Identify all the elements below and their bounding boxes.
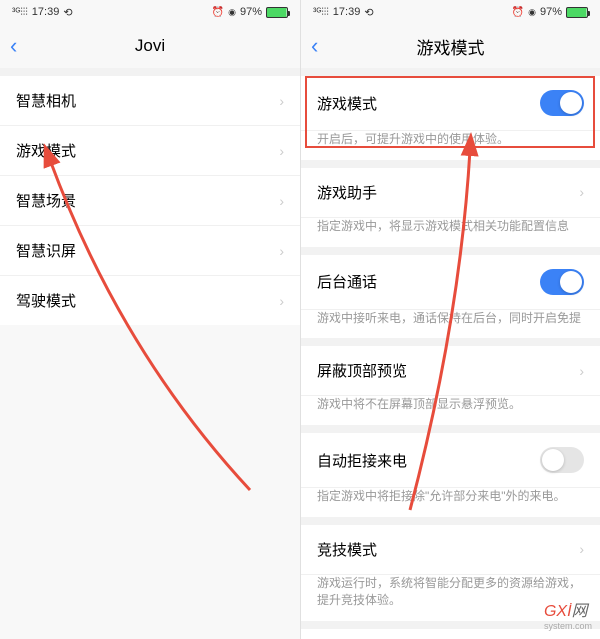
alarm-icon bbox=[512, 6, 524, 18]
chevron-right-icon: › bbox=[279, 243, 284, 259]
back-button[interactable]: ‹ bbox=[311, 33, 318, 59]
chevron-right-icon: › bbox=[579, 184, 584, 200]
watermark: GXİ网 system.com bbox=[544, 597, 592, 631]
battery-icon bbox=[566, 7, 588, 18]
item-label: 游戏助手 bbox=[317, 182, 377, 203]
wifi-icon bbox=[528, 6, 536, 18]
item-label: 驾驶模式 bbox=[16, 290, 76, 311]
alarm-icon bbox=[212, 6, 224, 18]
item-description: 游戏中接听来电，通话保持在后台，同时开启免提 bbox=[301, 310, 600, 339]
item-description: 游戏中将不在屏幕顶部显示悬浮预览。 bbox=[301, 396, 600, 425]
status-time: 17:39 bbox=[32, 6, 60, 18]
list-item-smart-scene[interactable]: 智慧场景 › bbox=[0, 176, 300, 226]
setting-auto-reject[interactable]: 自动拒接来电 bbox=[301, 433, 600, 488]
signal-icon bbox=[313, 6, 329, 18]
setting-block-preview[interactable]: 屏蔽顶部预览 › bbox=[301, 346, 600, 396]
item-label: 游戏模式 bbox=[317, 93, 377, 114]
chevron-right-icon: › bbox=[279, 143, 284, 159]
list-item-smart-screen[interactable]: 智慧识屏 › bbox=[0, 226, 300, 276]
battery-icon bbox=[266, 7, 288, 18]
item-label: 自动拒接来电 bbox=[317, 450, 407, 471]
left-phone: 17:39 97% ‹ Jovi 智慧相机 › 游戏模式 › bbox=[0, 0, 300, 639]
item-description: 指定游戏中将拒接除"允许部分来电"外的来电。 bbox=[301, 488, 600, 517]
nav-bar: ‹ Jovi bbox=[0, 24, 300, 68]
list-item-game-mode[interactable]: 游戏模式 › bbox=[0, 126, 300, 176]
nav-bar: ‹ 游戏模式 bbox=[301, 24, 600, 68]
page-title: 游戏模式 bbox=[417, 34, 485, 59]
item-label: 游戏模式 bbox=[16, 140, 76, 161]
setting-game-assistant[interactable]: 游戏助手 › bbox=[301, 168, 600, 218]
setting-background-call[interactable]: 后台通话 bbox=[301, 255, 600, 310]
toggle-auto-reject[interactable] bbox=[540, 447, 584, 473]
chevron-right-icon: › bbox=[579, 363, 584, 379]
item-label: 屏蔽顶部预览 bbox=[317, 360, 407, 381]
item-label: 智慧相机 bbox=[16, 90, 76, 111]
chevron-right-icon: › bbox=[579, 541, 584, 557]
item-description: 指定游戏中，将显示游戏模式相关功能配置信息 bbox=[301, 218, 600, 247]
status-time: 17:39 bbox=[333, 6, 361, 18]
item-description: 开启后，可提升游戏中的使用体验。 bbox=[301, 131, 600, 160]
chevron-right-icon: › bbox=[279, 193, 284, 209]
toggle-game-mode[interactable] bbox=[540, 90, 584, 116]
page-title: Jovi bbox=[135, 36, 165, 56]
chevron-right-icon: › bbox=[279, 293, 284, 309]
item-label: 后台通话 bbox=[317, 271, 377, 292]
item-label: 智慧识屏 bbox=[16, 240, 76, 261]
item-label: 智慧场景 bbox=[16, 190, 76, 211]
status-bar: 17:39 97% bbox=[301, 0, 600, 24]
setting-game-mode[interactable]: 游戏模式 bbox=[301, 76, 600, 131]
back-button[interactable]: ‹ bbox=[10, 33, 17, 59]
battery-percent: 97% bbox=[240, 6, 262, 18]
chevron-right-icon: › bbox=[279, 93, 284, 109]
item-label: 竞技模式 bbox=[317, 539, 377, 560]
list-item-smart-camera[interactable]: 智慧相机 › bbox=[0, 76, 300, 126]
rotate-icon bbox=[63, 6, 72, 19]
signal-icon bbox=[12, 6, 28, 18]
list-item-driving-mode[interactable]: 驾驶模式 › bbox=[0, 276, 300, 325]
status-bar: 17:39 97% bbox=[0, 0, 300, 24]
battery-percent: 97% bbox=[540, 6, 562, 18]
setting-competitive-mode[interactable]: 竞技模式 › bbox=[301, 525, 600, 575]
right-phone: 17:39 97% ‹ 游戏模式 游戏模式 开启后，可提升游戏中的使用体验。 bbox=[300, 0, 600, 639]
wifi-icon bbox=[228, 6, 236, 18]
rotate-icon bbox=[364, 6, 373, 19]
toggle-background-call[interactable] bbox=[540, 269, 584, 295]
